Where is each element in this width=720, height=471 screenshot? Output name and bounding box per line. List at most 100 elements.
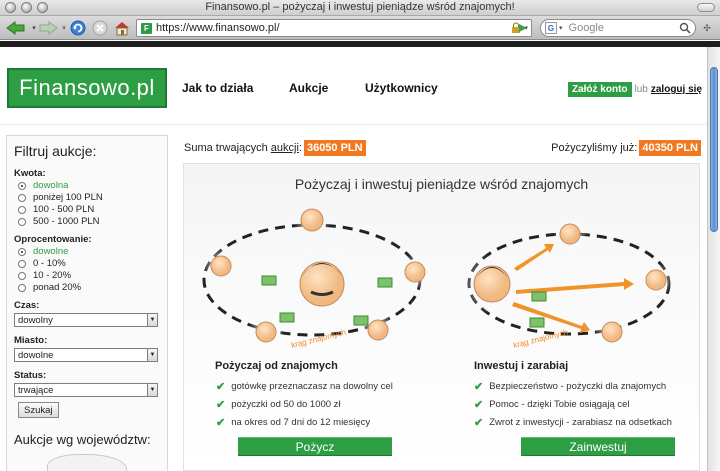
city-select[interactable]: dowolne ▼ — [14, 348, 158, 362]
borrow-title: Pożyczaj od znajomych — [215, 360, 338, 372]
google-engine-icon[interactable]: G — [545, 22, 557, 34]
radio-icon — [18, 271, 26, 280]
invest-button[interactable]: Zainwestuj — [521, 437, 675, 456]
nav-users[interactable]: Użytkownicy — [365, 81, 438, 95]
borrow-point: ✔ gotówkę przeznaczasz na dowolny cel — [216, 381, 393, 393]
invest-point: ✔ Bezpieczeństwo - pożyczki dla znajomych — [474, 381, 667, 393]
borrow-point: ✔ pożyczki od 50 do 1000 zł — [216, 399, 341, 411]
signup-button[interactable]: Załóż konto — [567, 82, 632, 97]
invest-point: ✔ Zwrot z inwestycji - zarabiasz na odset… — [474, 417, 672, 429]
radio-icon — [18, 259, 26, 268]
engine-dropdown[interactable]: ▾ — [559, 24, 563, 32]
auth-links: Załóż konto lub zaloguj się — [567, 82, 702, 97]
lent-stat: Pożyczyliśmy już: 40350 PLN — [551, 140, 701, 156]
go-button[interactable] — [516, 19, 530, 37]
url-text[interactable]: https://www.finansowo.pl/ — [156, 22, 510, 34]
borrower-face-icon — [284, 246, 360, 322]
circle-label-left: krąg znajomych — [290, 328, 347, 350]
interest-option-10-20[interactable]: 10 - 20% — [18, 270, 71, 281]
auctions-link[interactable]: aukcji — [271, 142, 299, 154]
reload-button[interactable] — [68, 19, 88, 37]
filter-title: Filtruj aukcje: — [14, 143, 97, 159]
radio-icon — [18, 193, 26, 202]
forward-arrow-icon — [39, 21, 58, 35]
hero-title: Pożyczaj i inwestuj pieniądze wśród znaj… — [294, 176, 589, 192]
interest-option-any[interactable]: dowolne — [18, 246, 68, 257]
ongoing-label: Suma trwających — [184, 142, 268, 154]
window-title: Finansowo.pl – pożyczaj i inwestuj pieni… — [205, 1, 515, 13]
radio-icon — [18, 205, 26, 214]
home-button[interactable] — [112, 19, 132, 37]
stop-button[interactable] — [90, 19, 110, 37]
radio-selected-icon — [18, 247, 26, 256]
invest-title: Inwestuj i zarabiaj — [474, 360, 569, 372]
poland-map[interactable] — [47, 454, 127, 471]
back-arrow-icon — [6, 21, 25, 35]
forward-button[interactable] — [36, 19, 60, 37]
radio-icon — [18, 283, 26, 292]
radio-icon — [18, 217, 26, 226]
stop-icon — [92, 20, 108, 36]
search-box[interactable]: G ▾ Google — [540, 19, 696, 37]
forward-history-dropdown[interactable]: ▾ — [60, 19, 68, 37]
filter-sidebar: Filtruj aukcje: Kwota: dowolna poniżej 1… — [6, 135, 168, 471]
search-button[interactable]: Szukaj — [18, 402, 59, 418]
checkmark-icon: ✔ — [474, 417, 484, 429]
amount-option-500-1000[interactable]: 500 - 1000 PLN — [18, 216, 100, 227]
city-label: Miasto: — [14, 335, 48, 346]
chevron-down-icon: ▼ — [147, 314, 157, 326]
site-header: Finansowo.pl Jak to działa Aukcje Użytko… — [0, 47, 707, 125]
interest-label: Oprocentowanie: — [14, 234, 92, 245]
time-label: Czas: — [14, 300, 40, 311]
status-label: Status: — [14, 370, 47, 381]
interest-option-0-10[interactable]: 0 - 10% — [18, 258, 66, 269]
chevron-down-icon: ▼ — [147, 384, 157, 396]
search-placeholder[interactable]: Google — [569, 22, 679, 34]
reload-icon — [70, 20, 86, 36]
lent-label: Pożyczyliśmy już: — [551, 142, 638, 154]
checkmark-icon: ✔ — [216, 417, 226, 429]
go-arrow-icon — [519, 24, 527, 32]
back-button[interactable] — [4, 19, 28, 37]
ongoing-amount-badge: 36050 PLN — [303, 140, 366, 156]
magnifier-icon[interactable] — [679, 22, 691, 34]
site-favicon: F — [141, 22, 152, 34]
address-bar[interactable]: F https://www.finansowo.pl/ ▾ — [136, 19, 532, 37]
checkmark-icon: ✔ — [474, 381, 484, 393]
status-select[interactable]: trwające ▼ — [14, 383, 158, 397]
ongoing-auctions-stat: Suma trwających aukcji: 36050 PLN — [184, 140, 366, 156]
radio-selected-icon — [18, 181, 26, 190]
amount-option-100-500[interactable]: 100 - 500 PLN — [18, 204, 94, 215]
interest-option-over-20[interactable]: ponad 20% — [18, 282, 81, 293]
regions-title: Aukcje wg województw: — [14, 432, 151, 447]
checkmark-icon: ✔ — [474, 399, 484, 411]
toolbar-toggle-button[interactable] — [697, 3, 715, 12]
scrollbar-thumb[interactable] — [710, 67, 718, 232]
amount-option-under-100[interactable]: poniżej 100 PLN — [18, 192, 103, 203]
nav-auctions[interactable]: Aukcje — [289, 81, 328, 95]
window-titlebar: Finansowo.pl – pożyczaj i inwestuj pieni… — [0, 0, 720, 16]
hero-panel: Pożyczaj i inwestuj pieniądze wśród znaj… — [183, 163, 700, 471]
friends-circle-illustration: krąg znajomych krąg znajomych — [202, 201, 673, 350]
nav-how-it-works[interactable]: Jak to działa — [182, 81, 253, 95]
chevron-down-icon: ▼ — [147, 349, 157, 361]
borrow-button[interactable]: Pożycz — [238, 437, 392, 456]
site-logo[interactable]: Finansowo.pl — [7, 68, 167, 108]
amount-label: Kwota: — [14, 168, 46, 179]
invest-point: ✔ Pomoc - dzięki Tobie osiągają cel — [474, 399, 630, 411]
login-link[interactable]: zaloguj się — [651, 84, 702, 95]
amount-option-any[interactable]: dowolna — [18, 180, 68, 191]
circle-label-right: krąg znajomych — [512, 328, 569, 350]
time-select[interactable]: dowolny ▼ — [14, 313, 158, 327]
toolbar-overflow-icon[interactable]: ✣ — [700, 19, 714, 37]
browser-toolbar: ▾ ▾ F https://www.finansowo.pl/ ▾ G ▾ Go… — [0, 16, 720, 40]
checkmark-icon: ✔ — [216, 399, 226, 411]
home-icon — [115, 22, 129, 36]
checkmark-icon: ✔ — [216, 381, 226, 393]
borrow-point: ✔ na okres od 7 dni do 12 miesięcy — [216, 417, 371, 429]
lent-amount-badge: 40350 PLN — [639, 140, 701, 156]
auth-or: lub — [634, 84, 648, 95]
vertical-scrollbar[interactable] — [707, 47, 720, 471]
web-page: Finansowo.pl Jak to działa Aukcje Użytko… — [0, 47, 707, 471]
ongoing-colon: : — [298, 142, 302, 154]
